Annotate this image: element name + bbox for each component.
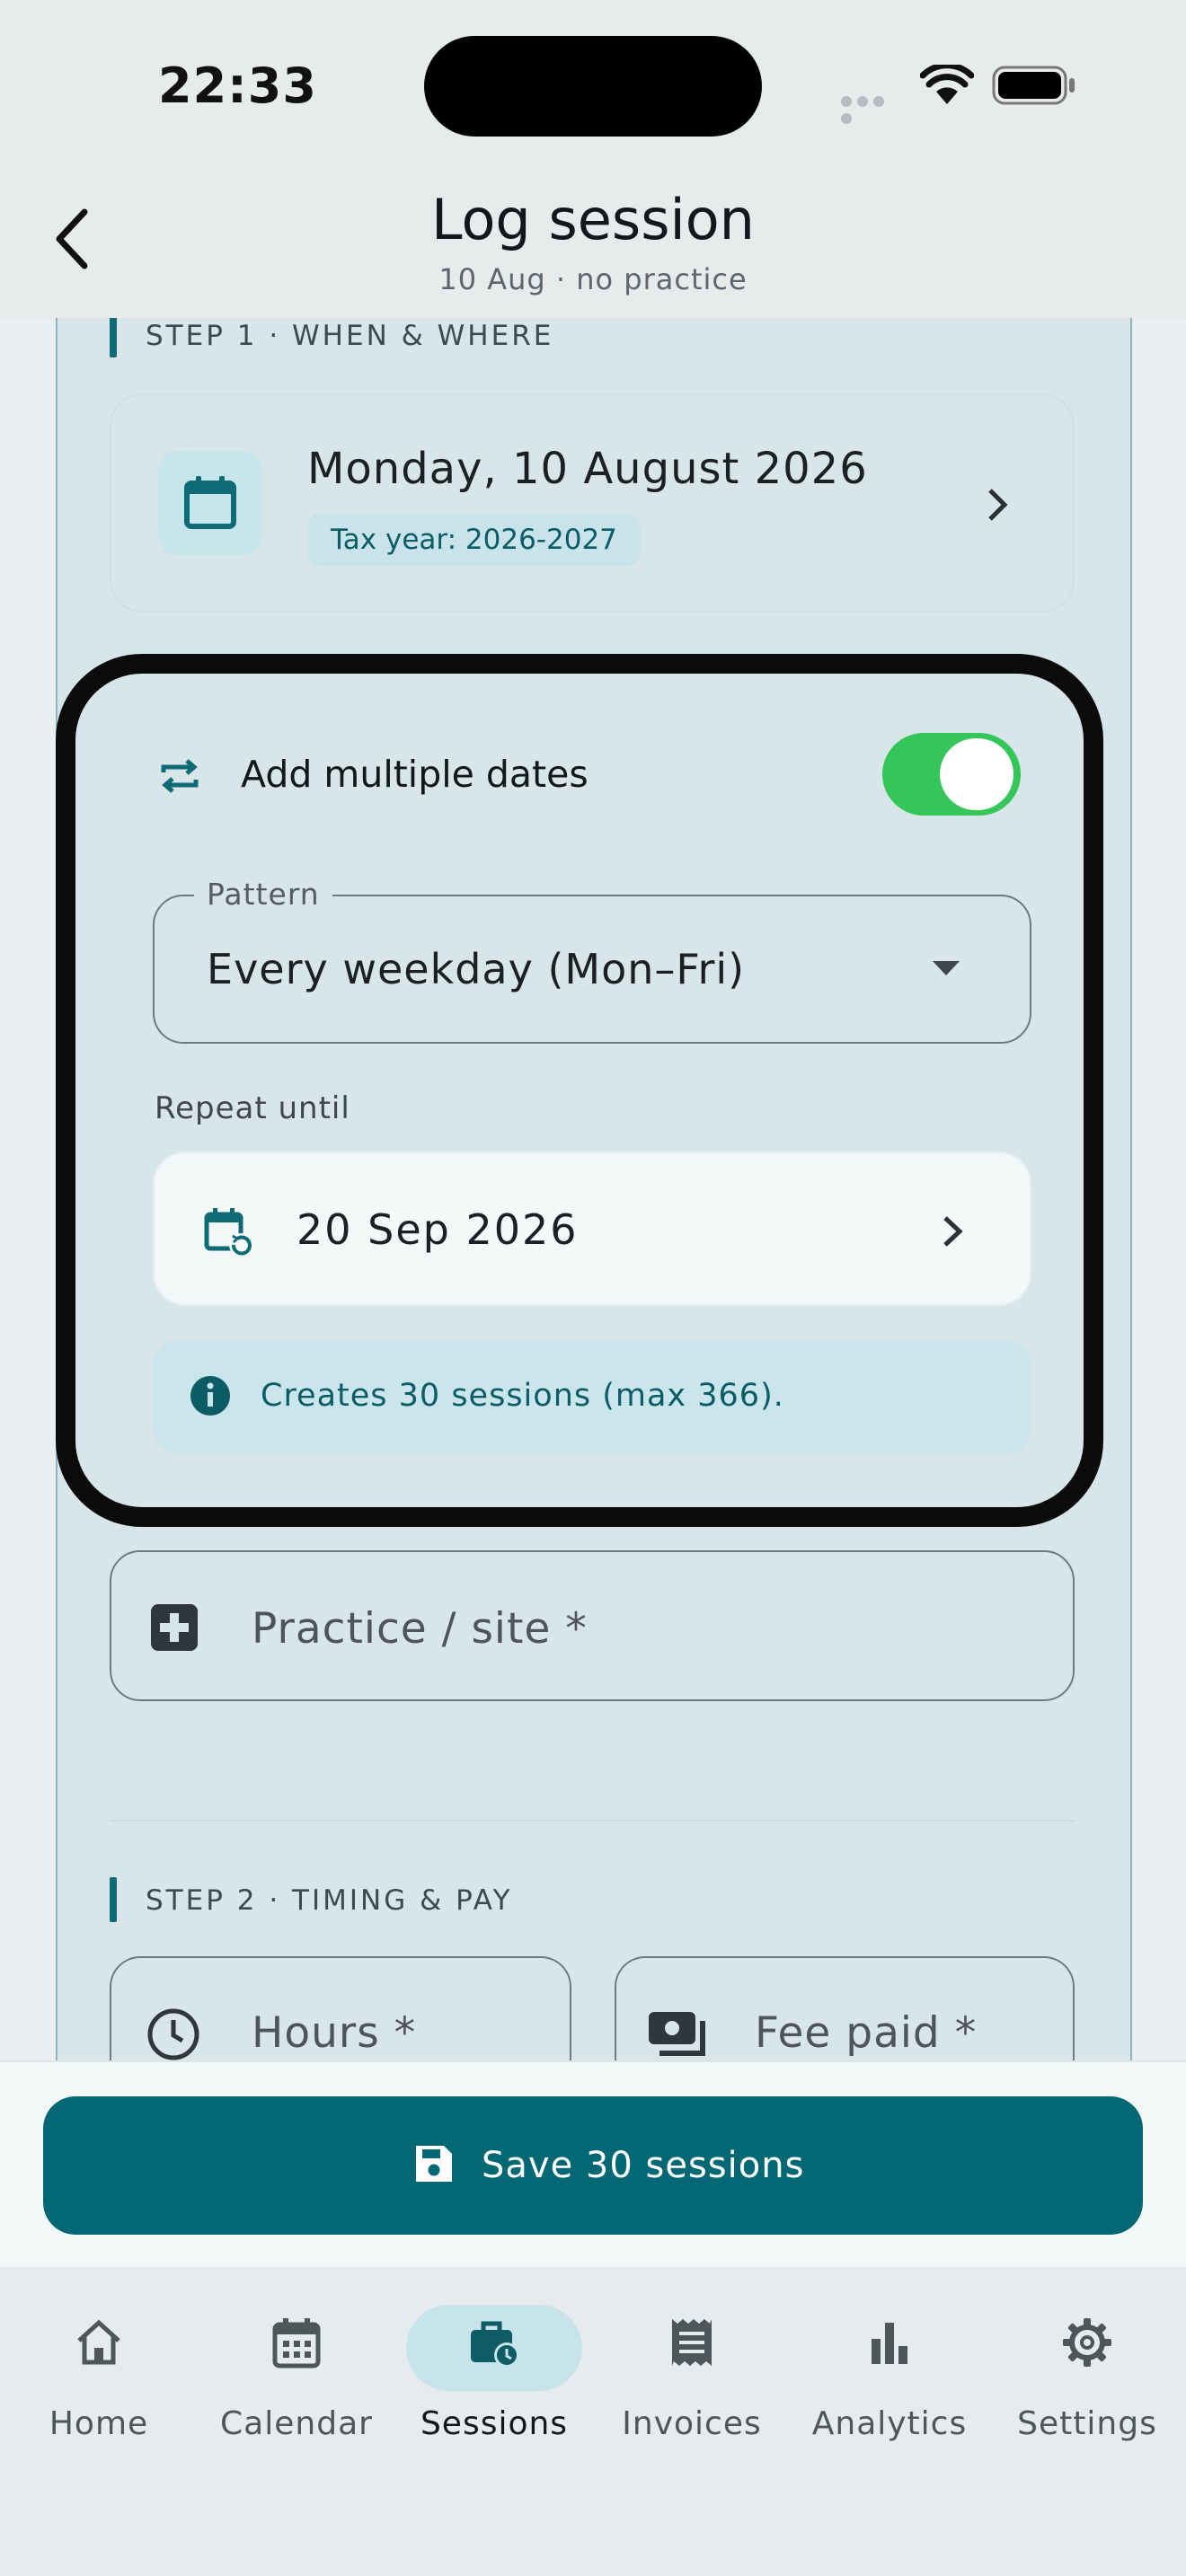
repeat-until-label: Repeat until — [155, 1090, 350, 1126]
save-icon — [413, 2143, 455, 2184]
wifi-icon — [919, 62, 975, 108]
page-title: Log session — [431, 187, 755, 252]
dropdown-caret-icon — [933, 959, 960, 977]
clock-icon — [146, 2007, 201, 2062]
step-accent-bar — [110, 1877, 117, 1922]
briefcase-clock-icon — [467, 2316, 521, 2369]
fee-paid-placeholder: Fee paid * — [755, 2008, 978, 2058]
medical-cross-icon — [149, 1602, 199, 1653]
nav-item-analytics[interactable]: Analytics — [791, 2305, 988, 2448]
pattern-label: Pattern — [194, 877, 332, 912]
chevron-right-icon — [983, 485, 1013, 525]
selected-date: Monday, 10 August 2026 — [307, 444, 868, 494]
nav-label: Calendar — [220, 2405, 373, 2442]
gear-icon — [1060, 2316, 1114, 2369]
battery-icon — [992, 65, 1076, 106]
info-icon — [189, 1374, 232, 1417]
repeat-until-value: 20 Sep 2026 — [296, 1205, 579, 1254]
cellular-signal-icon — [841, 93, 904, 124]
nav-label: Analytics — [811, 2405, 968, 2442]
pattern-value: Every weekday (Mon–Fri) — [207, 945, 746, 993]
tax-year-chip: Tax year: 2026-2027 — [307, 514, 641, 566]
repeat-until-picker[interactable] — [153, 1151, 1031, 1306]
calendar-repeat-icon — [203, 1205, 255, 1257]
nav-label: Invoices — [622, 2405, 762, 2442]
nav-item-calendar[interactable]: Calendar — [198, 2305, 395, 2448]
step-accent-bar — [110, 313, 117, 357]
step2-heading: STEP 2 · TIMING & PAY — [146, 1884, 513, 1917]
add-multiple-dates-label: Add multiple dates — [241, 753, 589, 796]
save-button-label: Save 30 sessions — [482, 2145, 805, 2186]
chevron-right-icon — [940, 1213, 967, 1250]
calendar-icon — [270, 2316, 323, 2369]
receipt-icon — [665, 2316, 719, 2369]
page-subtitle: 10 Aug · no practice — [438, 262, 748, 296]
info-text: Creates 30 sessions (max 366). — [261, 1378, 784, 1414]
repeat-icon — [155, 751, 205, 801]
section-divider — [110, 1820, 1075, 1822]
toggle-knob — [940, 738, 1013, 810]
nav-label: Home — [49, 2405, 149, 2442]
nav-item-sessions[interactable]: Sessions — [395, 2305, 593, 2448]
bar-chart-icon — [863, 2316, 916, 2369]
money-icon — [647, 2008, 712, 2060]
hours-placeholder: Hours * — [252, 2008, 417, 2058]
home-icon — [72, 2316, 126, 2369]
practice-site-placeholder: Practice / site * — [252, 1604, 588, 1654]
nav-label: Settings — [1017, 2405, 1157, 2442]
nav-label: Sessions — [420, 2405, 569, 2442]
step1-heading: STEP 1 · WHEN & WHERE — [146, 320, 554, 352]
nav-item-invoices[interactable]: Invoices — [593, 2305, 791, 2448]
nav-item-settings[interactable]: Settings — [988, 2305, 1186, 2448]
status-time: 22:33 — [158, 57, 317, 114]
dynamic-island — [424, 36, 762, 137]
nav-item-home[interactable]: Home — [0, 2305, 198, 2448]
calendar-icon — [158, 451, 262, 555]
